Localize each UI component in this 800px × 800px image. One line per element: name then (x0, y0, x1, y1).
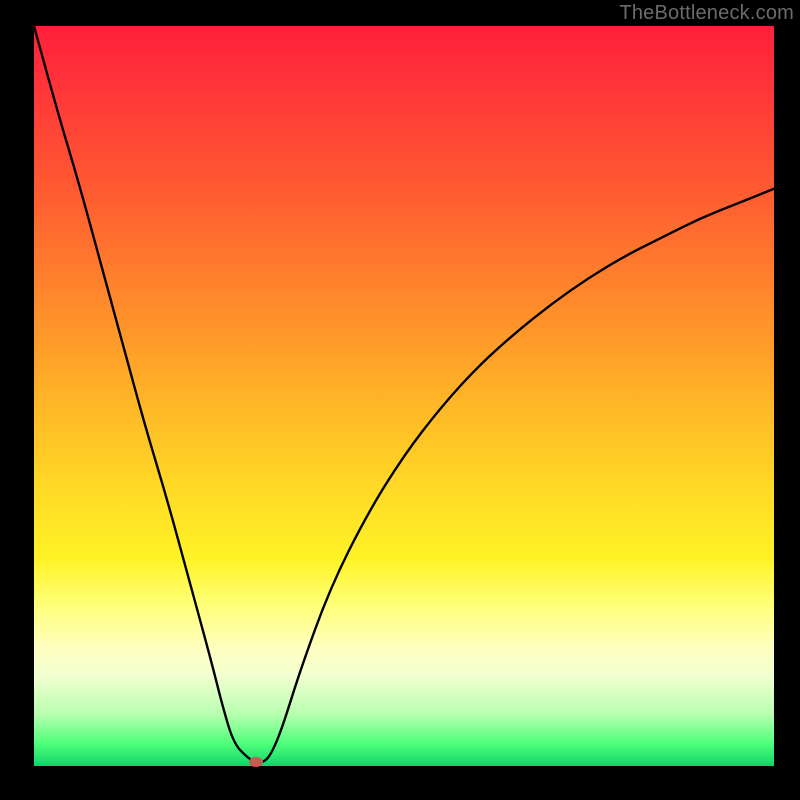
chart-stage: TheBottleneck.com (0, 0, 800, 800)
bottleneck-curve (34, 26, 774, 766)
watermark-text: TheBottleneck.com (619, 2, 794, 25)
minimum-marker (249, 757, 263, 767)
plot-area (34, 26, 774, 766)
